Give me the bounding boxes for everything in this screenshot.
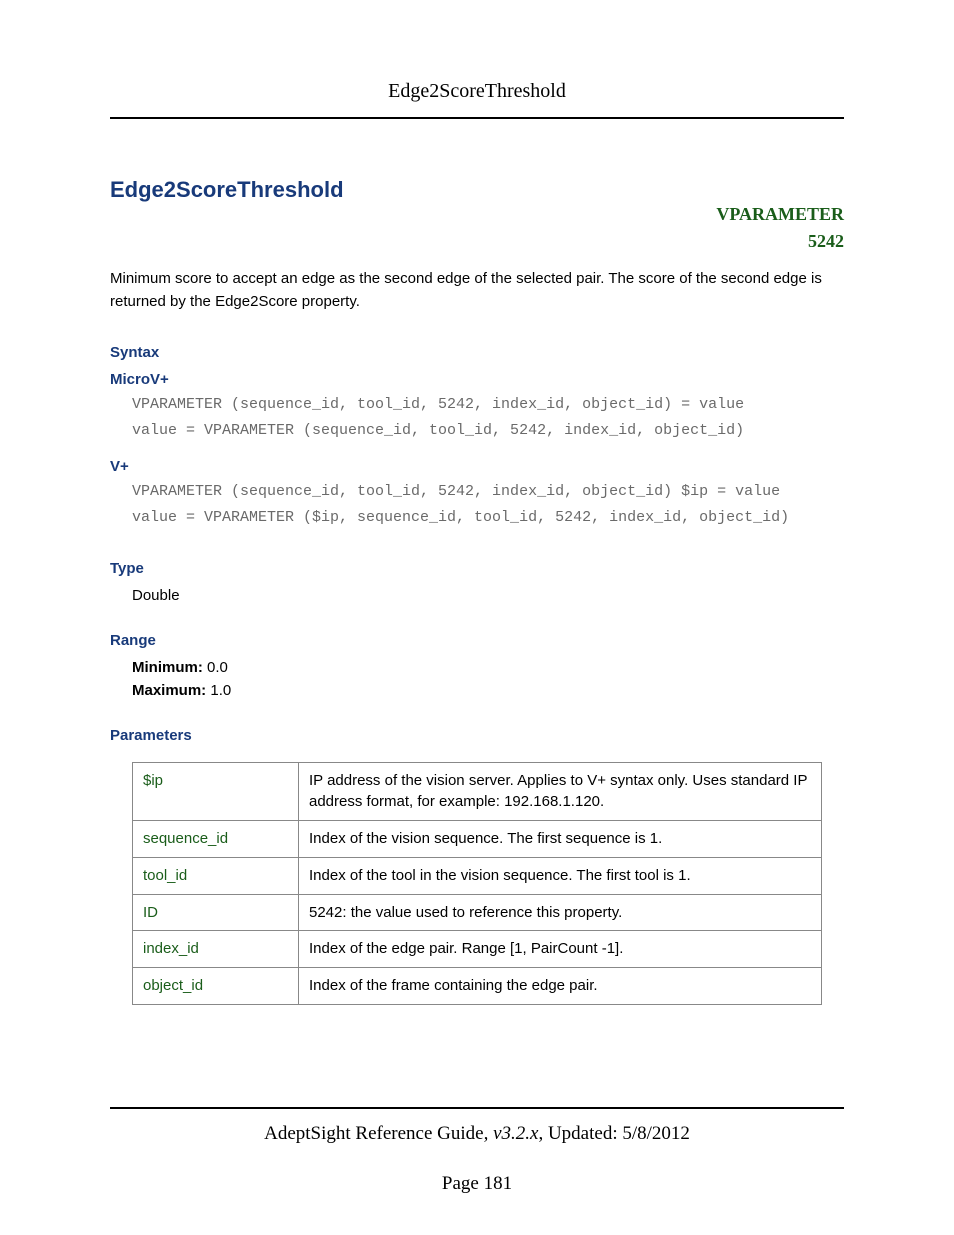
page-title: Edge2ScoreThreshold [110, 177, 844, 203]
table-row: $ip IP address of the vision server. App… [133, 762, 822, 821]
param-desc: Index of the edge pair. Range [1, PairCo… [299, 931, 822, 968]
param-desc: Index of the frame containing the edge p… [299, 968, 822, 1005]
footer: AdeptSight Reference Guide, v3.2.x, Upda… [110, 1107, 844, 1195]
param-desc: Index of the vision sequence. The first … [299, 821, 822, 858]
footer-rule [110, 1107, 844, 1109]
table-row: tool_id Index of the tool in the vision … [133, 857, 822, 894]
param-name: ID [133, 894, 299, 931]
param-desc: IP address of the vision server. Applies… [299, 762, 822, 821]
vplus-code: VPARAMETER (sequence_id, tool_id, 5242, … [132, 479, 844, 532]
type-value: Double [132, 587, 844, 604]
vparameter-label: VPARAMETER [110, 201, 844, 228]
range-min-value: 0.0 [203, 659, 228, 676]
parameters-table: $ip IP address of the vision server. App… [132, 762, 822, 1005]
content: Edge2ScoreThreshold VPARAMETER 5242 Mini… [110, 119, 844, 1005]
table-row: ID 5242: the value used to reference thi… [133, 894, 822, 931]
footer-updated: , Updated: 5/8/2012 [538, 1123, 689, 1144]
range-min: Minimum: 0.0 [132, 659, 844, 676]
table-row: index_id Index of the edge pair. Range [… [133, 931, 822, 968]
footer-version: , v3.2.x [484, 1123, 539, 1144]
vparameter-tag: VPARAMETER 5242 [110, 201, 844, 255]
param-name: object_id [133, 968, 299, 1005]
running-header: Edge2ScoreThreshold [110, 80, 844, 119]
table-row: sequence_id Index of the vision sequence… [133, 821, 822, 858]
param-name: sequence_id [133, 821, 299, 858]
range-max: Maximum: 1.0 [132, 682, 844, 699]
range-min-label: Minimum: [132, 659, 203, 676]
type-heading: Type [110, 560, 844, 577]
page-number: Page 181 [110, 1173, 844, 1195]
vplus-label: V+ [110, 458, 844, 475]
microv-label: MicroV+ [110, 371, 844, 388]
param-name: tool_id [133, 857, 299, 894]
footer-line: AdeptSight Reference Guide, v3.2.x, Upda… [110, 1123, 844, 1145]
table-row: object_id Index of the frame containing … [133, 968, 822, 1005]
param-name: $ip [133, 762, 299, 821]
parameters-heading: Parameters [110, 727, 844, 744]
param-name: index_id [133, 931, 299, 968]
microv-code: VPARAMETER (sequence_id, tool_id, 5242, … [132, 392, 844, 445]
vparameter-id: 5242 [110, 228, 844, 255]
param-desc: Index of the tool in the vision sequence… [299, 857, 822, 894]
footer-guide: AdeptSight Reference Guide [264, 1123, 483, 1144]
syntax-heading: Syntax [110, 344, 844, 361]
description: Minimum score to accept an edge as the s… [110, 267, 844, 314]
range-max-value: 1.0 [206, 682, 231, 699]
param-desc: 5242: the value used to reference this p… [299, 894, 822, 931]
range-max-label: Maximum: [132, 682, 206, 699]
range-heading: Range [110, 632, 844, 649]
